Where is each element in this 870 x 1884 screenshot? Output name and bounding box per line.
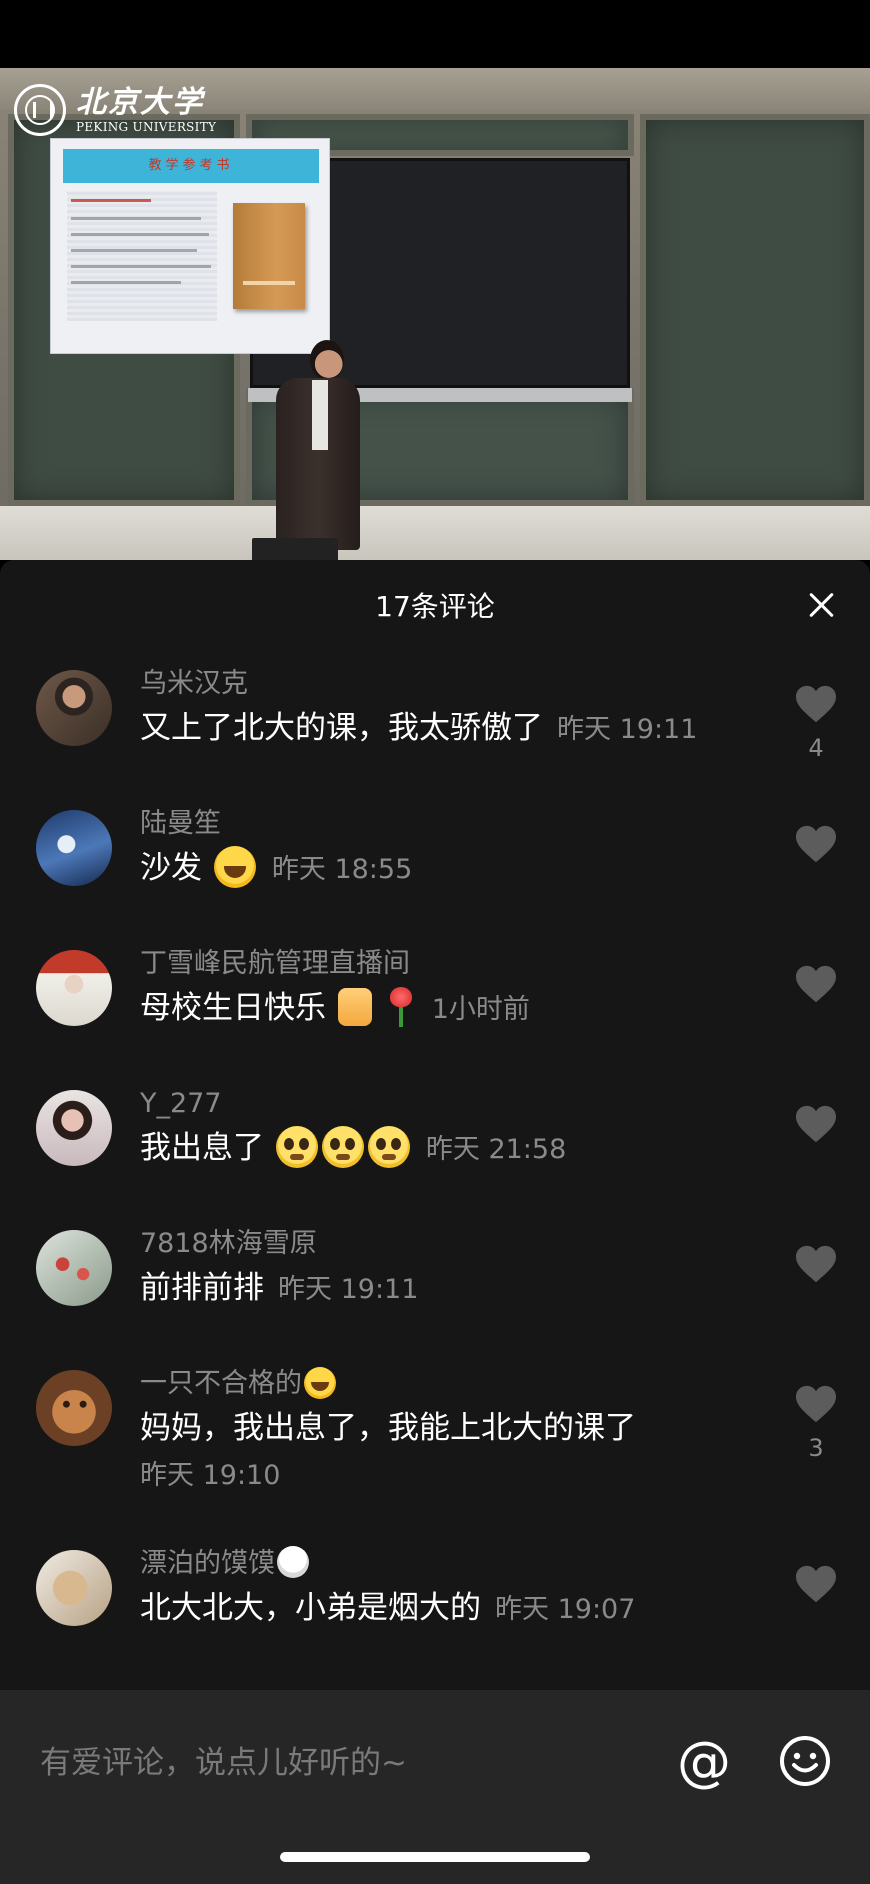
comments-count-title: 17条评论 — [375, 590, 495, 623]
comment-time: 昨天 18:55 — [271, 854, 413, 885]
heart-icon — [796, 1105, 836, 1143]
comment-text: 沙发 — [140, 850, 202, 886]
slide-title: 教学参考书 — [63, 149, 319, 183]
home-indicator[interactable] — [280, 1852, 590, 1862]
presentation-slide: 教学参考书 — [50, 138, 330, 354]
laptop — [252, 538, 338, 560]
avatar[interactable] — [36, 670, 112, 746]
comment-username[interactable]: 乌米汉克 — [140, 666, 760, 702]
logo-english-name: PEKING UNIVERSITY — [76, 120, 217, 134]
comment-username[interactable]: 一只不合格的 — [140, 1366, 760, 1402]
avatar[interactable] — [36, 950, 112, 1026]
heart-icon — [796, 1385, 836, 1423]
like-button[interactable] — [792, 1244, 840, 1294]
rice-bowl-emoji-icon — [277, 1545, 309, 1578]
comment-time: 昨天 19:11 — [278, 1274, 419, 1305]
comments-header: 17条评论 — [0, 560, 870, 650]
like-button[interactable] — [792, 964, 840, 1014]
like-button[interactable] — [792, 824, 840, 874]
avatar[interactable] — [36, 1090, 112, 1166]
comment-input[interactable] — [40, 1728, 640, 1798]
comment-item[interactable]: 乌米汉克 又上了北大的课，我太骄傲了 昨天 19:11 4 — [0, 650, 870, 790]
comment-item[interactable]: Y_277 我出息了 昨天 21:58 — [0, 1070, 870, 1210]
pleading-emoji-icon — [275, 1125, 318, 1168]
comment-username[interactable]: 丁雪峰民航管理直播间 — [140, 946, 760, 982]
textbook-image — [233, 203, 305, 309]
thumbs-up-emoji-icon — [337, 987, 372, 1026]
comment-text: 母校生日快乐 — [140, 990, 326, 1026]
comments-panel: 17条评论 乌米汉克 又上了北大的课，我太骄傲了昨天 19:11 4 陆曼笙 — [0, 560, 870, 1690]
comment-item[interactable]: 陆曼笙 沙发 昨天 18:55 — [0, 790, 870, 930]
comment-text: 我出息了 — [140, 1130, 264, 1166]
like-button[interactable]: 3 — [792, 1384, 840, 1462]
comment-time: 1小时前 — [431, 994, 530, 1025]
blackboard-right — [640, 114, 870, 506]
laugh-cry-emoji-icon — [304, 1366, 336, 1399]
comment-username[interactable]: Y_277 — [140, 1086, 760, 1122]
comment-time: 昨天 19:11 — [557, 714, 698, 745]
comment-text: 又上了北大的课，我太骄傲了 — [140, 710, 543, 746]
heart-icon — [796, 1245, 836, 1283]
university-logo: 北京大学 PEKING UNIVERSITY — [14, 84, 216, 136]
comment-item[interactable]: 一只不合格的 妈妈，我出息了，我能上北大的课了 昨天 19:10 3 — [0, 1350, 870, 1530]
like-count: 3 — [808, 1434, 824, 1462]
comment-time: 昨天 21:58 — [425, 1134, 567, 1165]
comment-text: 妈妈，我出息了，我能上北大的课了 — [140, 1410, 636, 1446]
pleading-emoji-icon — [367, 1125, 410, 1168]
wall-bottom — [0, 506, 870, 560]
like-button[interactable] — [792, 1104, 840, 1154]
video-player[interactable]: 教学参考书 北京大学 PEKING UNIVERSITY — [0, 0, 870, 560]
comment-text: 前排前排 — [140, 1270, 264, 1306]
lecturer — [268, 340, 368, 550]
heart-icon — [796, 965, 836, 1003]
close-icon[interactable] — [804, 587, 840, 623]
comment-time: 昨天 19:07 — [495, 1594, 636, 1625]
avatar[interactable] — [36, 810, 112, 886]
avatar[interactable] — [36, 1370, 112, 1446]
comment-item[interactable]: 漂泊的馍馍 北大北大，小弟是烟大的 昨天 19:07 — [0, 1530, 870, 1670]
rose-emoji-icon — [386, 985, 416, 1029]
laugh-cry-emoji-icon — [213, 845, 256, 888]
pleading-emoji-icon — [321, 1125, 364, 1168]
comment-username[interactable]: 陆曼笙 — [140, 806, 760, 842]
heart-icon — [796, 685, 836, 723]
avatar[interactable] — [36, 1550, 112, 1626]
comment-text: 北大北大，小弟是烟大的 — [140, 1590, 481, 1626]
like-count: 4 — [808, 734, 824, 762]
comment-item[interactable]: 丁雪峰民航管理直播间 母校生日快乐 1小时前 — [0, 930, 870, 1070]
comment-item[interactable]: 7818林海雪原 前排前排 昨天 19:11 — [0, 1210, 870, 1350]
emoji-picker-icon[interactable] — [778, 1734, 832, 1788]
comment-input-bar: @ — [0, 1690, 870, 1884]
classroom-scene: 教学参考书 — [0, 68, 870, 560]
logo-chinese-name: 北京大学 — [76, 85, 204, 120]
heart-icon — [796, 825, 836, 863]
mention-at-button[interactable]: @ — [674, 1730, 734, 1794]
heart-icon — [796, 1565, 836, 1603]
comment-username-text: 一只不合格的 — [140, 1368, 302, 1399]
comment-time: 昨天 19:10 — [140, 1460, 281, 1491]
comment-username[interactable]: 7818林海雪原 — [140, 1226, 760, 1262]
comment-username[interactable]: 漂泊的馍馍 — [140, 1545, 760, 1582]
slide-text-block — [67, 191, 217, 321]
comment-username-text: 漂泊的馍馍 — [140, 1548, 275, 1579]
like-button[interactable]: 4 — [792, 684, 840, 762]
like-button[interactable] — [792, 1564, 840, 1614]
avatar[interactable] — [36, 1230, 112, 1306]
university-seal-icon — [14, 84, 66, 136]
